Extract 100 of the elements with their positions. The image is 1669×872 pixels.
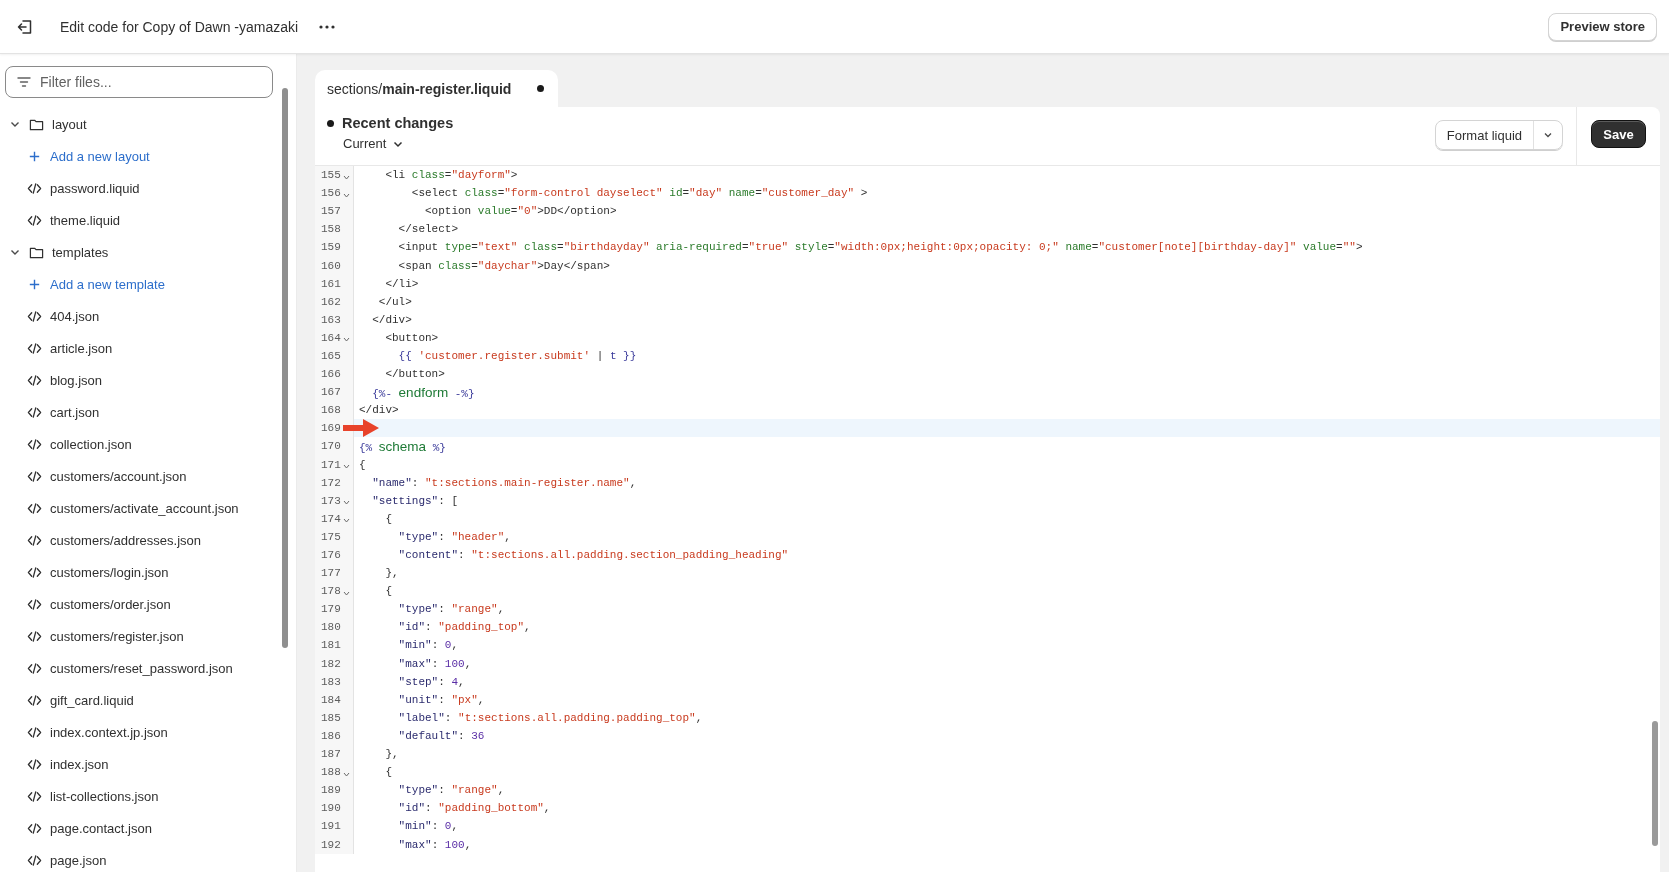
code-line: </select>: [397, 223, 459, 236]
line-number: 160: [321, 259, 342, 272]
code-line: "id": "padding_bottom",: [397, 802, 551, 815]
code-icon: [27, 180, 42, 196]
file-name[interactable]: customers/login.json: [50, 564, 169, 580]
line-number: 181: [321, 639, 342, 652]
folder-name[interactable]: templates: [52, 244, 109, 260]
file-tab[interactable]: sections/main-register.liquid: [315, 70, 559, 107]
line-number: 164: [321, 331, 342, 344]
code-line: "name": "t:sections.main-register.name",: [371, 476, 637, 489]
file-name[interactable]: cart.json: [50, 404, 100, 420]
status-dot: [327, 119, 334, 127]
line-number: 171: [321, 458, 342, 471]
save-button[interactable]: Save: [1591, 120, 1646, 148]
code-line: {% schema %}: [359, 438, 446, 454]
code-line: <span class="daychar">Day</span>: [397, 259, 610, 272]
line-number: 180: [321, 621, 342, 634]
code-line: {: [384, 766, 392, 779]
code-icon: [27, 628, 42, 644]
fold-icon[interactable]: [343, 770, 350, 778]
code-icon: [27, 404, 42, 420]
line-number: 178: [321, 585, 342, 598]
code-line: "id": "padding_top",: [397, 621, 531, 634]
file-name[interactable]: customers/account.json: [50, 468, 187, 484]
file-name[interactable]: article.json: [50, 340, 113, 356]
fold-icon[interactable]: [343, 463, 350, 471]
fold-icon[interactable]: [343, 173, 350, 181]
version-dropdown[interactable]: Current: [343, 136, 405, 151]
file-name[interactable]: customers/activate_account.json: [50, 500, 239, 516]
file-name[interactable]: blog.json: [50, 372, 103, 388]
filter-field[interactable]: Filter files...: [5, 66, 273, 98]
line-number: 186: [321, 729, 342, 742]
file-name[interactable]: theme.liquid: [50, 212, 121, 228]
code-icon: [27, 852, 42, 868]
code-line: {: [384, 585, 392, 598]
code-line: "unit": "px",: [397, 693, 485, 706]
code-icon: [27, 756, 42, 772]
add-link[interactable]: Add a new layout: [50, 148, 150, 164]
code-line: "step": 4,: [397, 675, 465, 688]
preview-store-button[interactable]: Preview store: [1548, 12, 1657, 41]
fold-icon[interactable]: [343, 517, 350, 525]
code-line: </div>: [359, 404, 399, 417]
line-number: 165: [321, 350, 342, 362]
file-name[interactable]: password.liquid: [50, 180, 140, 196]
file-name[interactable]: page.contact.json: [50, 820, 152, 836]
filter-icon: [16, 74, 32, 90]
code-icon: [27, 820, 42, 836]
file-name[interactable]: index.context.jp.json: [50, 724, 168, 740]
code-icon: [27, 340, 42, 356]
code-line: <option value="0">DD</option>: [424, 205, 617, 218]
file-name[interactable]: customers/register.json: [50, 628, 184, 644]
file-name[interactable]: customers/addresses.json: [50, 532, 201, 548]
code-line: "min": 0,: [397, 639, 459, 652]
line-number: 170: [321, 440, 342, 453]
line-number: 158: [321, 223, 342, 236]
code-line: "min": 0,: [397, 820, 459, 833]
code-icon: [27, 436, 42, 452]
line-number: 179: [321, 603, 342, 616]
line-number: 188: [321, 766, 342, 779]
file-name[interactable]: 404.json: [50, 308, 100, 324]
code-icon: [27, 468, 42, 484]
line-number: 182: [321, 657, 342, 670]
line-number: 176: [321, 549, 342, 561]
code-line: {: [384, 512, 392, 525]
line-number: 183: [321, 675, 342, 688]
fold-icon[interactable]: [343, 336, 350, 344]
file-name[interactable]: gift_card.liquid: [50, 692, 134, 708]
line-number: 191: [321, 820, 342, 833]
code-line: {: [359, 458, 366, 471]
line-number: 173: [321, 494, 342, 507]
fold-icon[interactable]: [343, 499, 350, 507]
annotation-arrow: [343, 419, 379, 437]
file-name[interactable]: collection.json: [50, 436, 132, 452]
code-line: </div>: [371, 313, 412, 326]
file-name[interactable]: page.json: [50, 852, 107, 868]
line-number: 190: [321, 802, 342, 815]
line-number: 162: [321, 295, 342, 308]
line-number: 187: [321, 748, 342, 761]
fold-icon[interactable]: [343, 191, 350, 199]
line-number: 185: [321, 711, 342, 724]
line-number: 157: [321, 205, 342, 218]
code-line: </li>: [384, 277, 419, 290]
line-number: 174: [321, 512, 342, 525]
filter-input[interactable]: Filter files...: [40, 68, 262, 96]
code-icon: [27, 532, 42, 548]
line-number: 177: [321, 567, 342, 580]
code-line: {{ 'customer.register.submit' | t }}: [397, 350, 637, 362]
code-icon: [27, 692, 42, 708]
fold-icon[interactable]: [343, 589, 350, 597]
folder-name[interactable]: layout: [52, 116, 87, 132]
scrollbar[interactable]: [1652, 721, 1658, 846]
code-line: "content": "t:sections.all.padding.section_padding_heading": [397, 549, 789, 561]
add-link[interactable]: Add a new template: [50, 276, 165, 292]
exit-icon[interactable]: [16, 17, 34, 36]
file-name[interactable]: customers/order.json: [50, 596, 171, 612]
scrollbar[interactable]: [282, 88, 288, 648]
file-name[interactable]: index.json: [50, 756, 109, 772]
file-name[interactable]: customers/reset_password.json: [50, 660, 233, 676]
code-icon: [27, 564, 42, 580]
file-name[interactable]: list-collections.json: [50, 788, 159, 804]
